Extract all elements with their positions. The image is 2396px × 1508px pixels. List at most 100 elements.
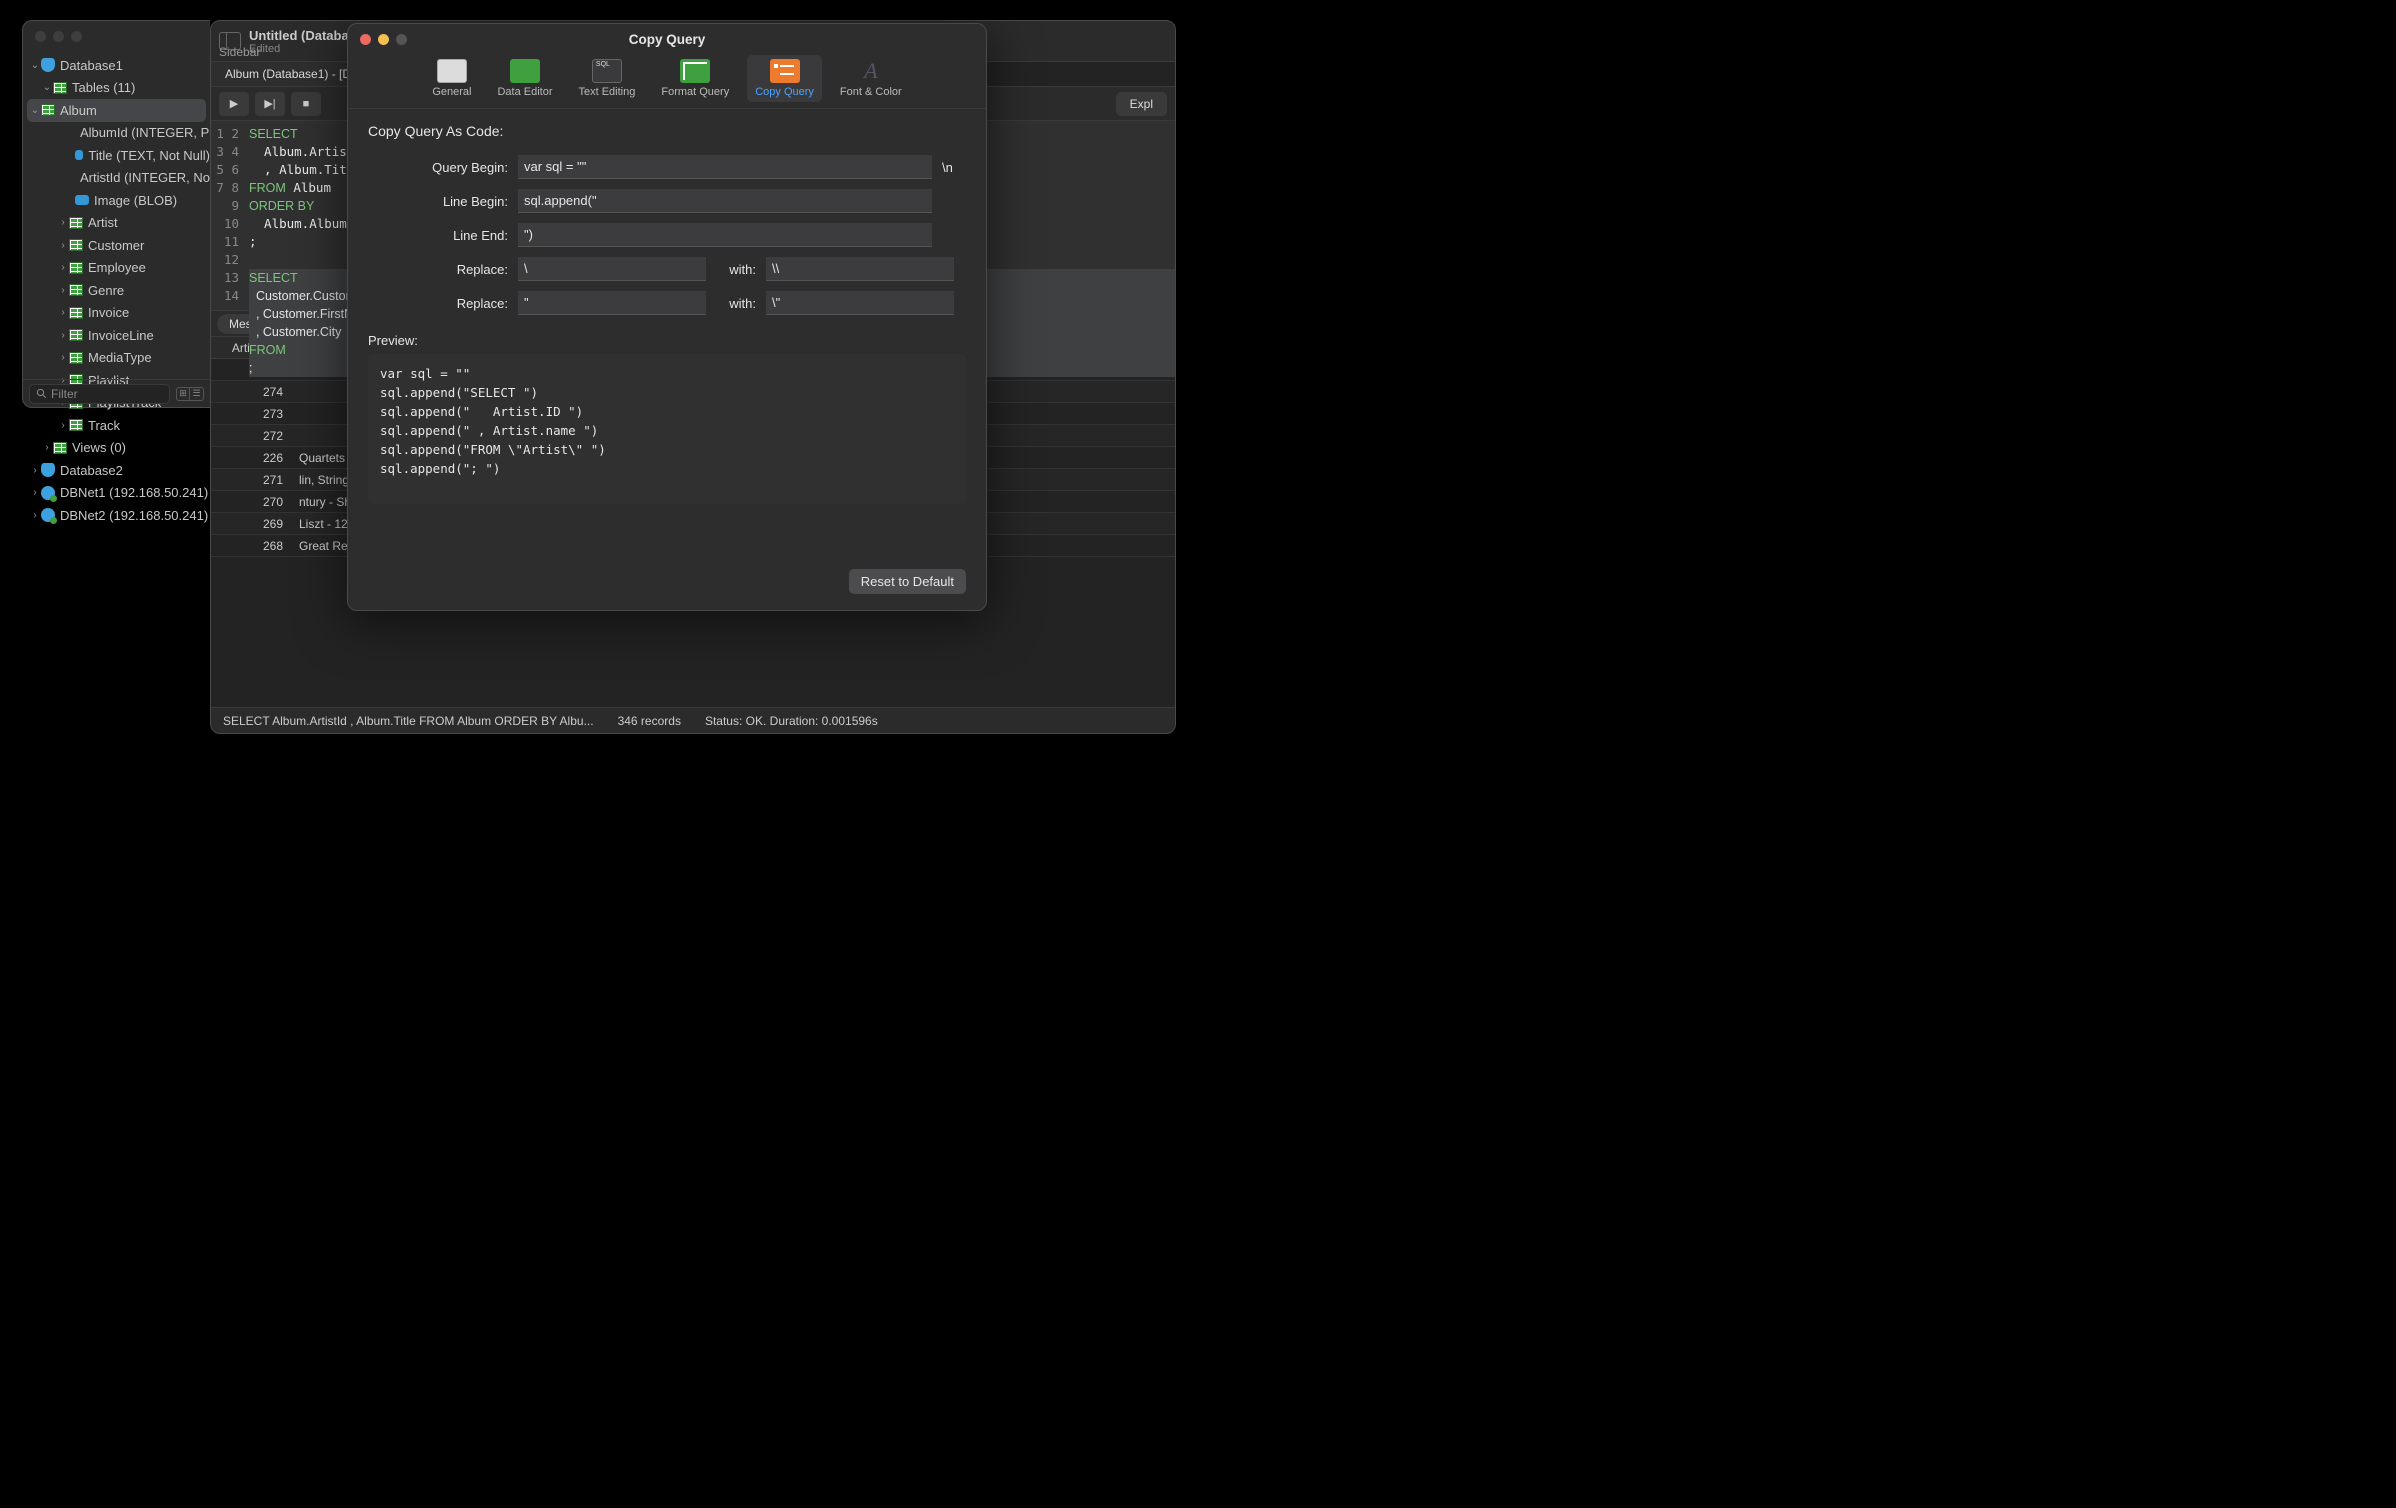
general-icon <box>437 59 467 83</box>
tree-node-invoice[interactable]: ›Invoice <box>23 302 210 325</box>
node-label: Customer <box>88 238 144 253</box>
step-button[interactable]: ▶| <box>255 92 285 116</box>
label-preview: Preview: <box>368 333 966 348</box>
input-replace1-from[interactable] <box>518 257 706 281</box>
chevron-right-icon: › <box>57 352 69 363</box>
pref-tab-general[interactable]: General <box>424 55 479 102</box>
tree-node-customer[interactable]: › Customer <box>23 234 210 257</box>
pref-tab-data-editor[interactable]: Data Editor <box>489 55 560 102</box>
tree-node-album[interactable]: ⌄ Album <box>27 99 206 122</box>
tree-node-dbnet2[interactable]: › DBNet2 (192.168.50.241) <box>23 504 210 527</box>
table-icon <box>69 239 83 251</box>
sidebar-label: Sidebar <box>219 45 260 59</box>
input-replace1-to[interactable] <box>766 257 954 281</box>
label-line-begin: Line Begin: <box>368 194 508 209</box>
database-tree: ⌄ Database1 ⌄ Tables (11) ⌄ Album AlbumI… <box>23 52 210 527</box>
pref-tab-text-editing[interactable]: Text Editing <box>570 55 643 102</box>
tree-node-tables[interactable]: ⌄ Tables (11) <box>23 77 210 100</box>
input-line-begin[interactable] <box>518 189 932 213</box>
chevron-right-icon: › <box>57 420 69 431</box>
chevron-right-icon: › <box>57 240 69 251</box>
label-with: with: <box>716 296 756 311</box>
grid-view-button[interactable]: ⊞ <box>176 387 190 401</box>
text-editing-icon <box>592 59 622 83</box>
status-message: Status: OK. Duration: 0.001596s <box>705 714 878 728</box>
row-query-begin: Query Begin: \n <box>368 155 966 179</box>
input-query-begin[interactable] <box>518 155 932 179</box>
tree-node-database1[interactable]: ⌄ Database1 <box>23 54 210 77</box>
tree-node-employee[interactable]: ›Employee <box>23 257 210 280</box>
label-line-end: Line End: <box>368 228 508 243</box>
table-group-icon <box>53 82 67 94</box>
column-icon <box>75 150 83 160</box>
pref-tab-format-query[interactable]: Format Query <box>653 55 737 102</box>
chevron-down-icon: ⌄ <box>29 60 41 71</box>
pref-tab-font-color[interactable]: AFont & Color <box>832 55 910 102</box>
label-replace: Replace: <box>368 296 508 311</box>
node-label: Album <box>60 103 97 118</box>
view-mode-toggle: ⊞ ☰ <box>176 387 204 401</box>
node-label: Genre <box>88 283 124 298</box>
views-icon <box>53 442 67 454</box>
tree-node-genre[interactable]: › Genre <box>23 279 210 302</box>
pref-body: Copy Query As Code: Query Begin: \n Line… <box>348 109 986 518</box>
input-line-end[interactable] <box>518 223 932 247</box>
node-label: InvoiceLine <box>88 328 154 343</box>
node-label: Track <box>88 418 120 433</box>
cell-artistid: 274 <box>211 381 291 402</box>
node-label: DBNet2 (192.168.50.241) <box>60 508 208 523</box>
chevron-right-icon: › <box>29 465 41 476</box>
explain-button[interactable]: Expl <box>1116 92 1167 116</box>
chevron-right-icon: › <box>57 285 69 296</box>
table-icon <box>41 104 55 116</box>
tree-column-albumid[interactable]: AlbumId (INTEGER, PK, Not Null) <box>23 122 210 145</box>
input-replace2-from[interactable] <box>518 291 706 315</box>
table-icon <box>69 217 83 229</box>
row-line-begin: Line Begin: <box>368 189 966 213</box>
chevron-right-icon: › <box>41 442 53 453</box>
node-label: MediaType <box>88 350 152 365</box>
label-newline: \n <box>942 160 966 175</box>
pref-title: Copy Query <box>348 32 986 47</box>
pref-toolbar: General Data Editor Text Editing Format … <box>348 45 986 109</box>
chevron-right-icon: › <box>57 307 69 318</box>
filter-input[interactable]: Filter <box>29 384 170 404</box>
cell-artistid: 271 <box>211 469 291 490</box>
input-replace2-to[interactable] <box>766 291 954 315</box>
status-query: SELECT Album.ArtistId , Album.Title FROM… <box>223 714 594 728</box>
tree-node-track[interactable]: › Track <box>23 414 210 437</box>
pref-tab-copy-query[interactable]: Copy Query <box>747 55 822 102</box>
column-icon <box>75 195 89 205</box>
tree-column-title[interactable]: Title (TEXT, Not Null) <box>23 144 210 167</box>
filter-placeholder: Filter <box>51 387 78 401</box>
tree-node-views[interactable]: › Views (0) <box>23 437 210 460</box>
chevron-right-icon: › <box>29 510 41 521</box>
tree-node-artist[interactable]: ›Artist <box>23 212 210 235</box>
chevron-right-icon: › <box>57 330 69 341</box>
network-db-icon <box>41 486 55 500</box>
table-icon <box>69 419 83 431</box>
tree-node-database2[interactable]: ›Database2 <box>23 459 210 482</box>
tree-node-invoiceline[interactable]: › InvoiceLine <box>23 324 210 347</box>
row-replace-2: Replace: with: <box>368 291 966 315</box>
font-icon: A <box>856 59 886 83</box>
tree-column-image[interactable]: Image (BLOB) <box>23 189 210 212</box>
run-button[interactable]: ▶ <box>219 92 249 116</box>
cell-artistid: 273 <box>211 403 291 424</box>
copy-query-icon <box>770 59 800 83</box>
sidebar-footer: Filter ⊞ ☰ <box>23 379 210 407</box>
cell-artistid: 268 <box>211 535 291 556</box>
row-replace-1: Replace: with: <box>368 257 966 281</box>
tree-column-artistid[interactable]: ArtistId (INTEGER, Not Null) <box>23 167 210 190</box>
list-view-button[interactable]: ☰ <box>190 387 204 401</box>
node-label: Title (TEXT, Not Null) <box>88 148 210 163</box>
label-replace: Replace: <box>368 262 508 277</box>
table-icon <box>69 352 83 364</box>
table-icon <box>69 262 83 274</box>
stop-button[interactable]: ■ <box>291 92 321 116</box>
node-label: Views (0) <box>72 440 126 455</box>
tree-node-dbnet1[interactable]: ›DBNet1 (192.168.50.241) <box>23 482 210 505</box>
tree-node-mediatype[interactable]: › MediaType <box>23 347 210 370</box>
row-line-end: Line End: <box>368 223 966 247</box>
reset-to-default-button[interactable]: Reset to Default <box>849 569 966 594</box>
